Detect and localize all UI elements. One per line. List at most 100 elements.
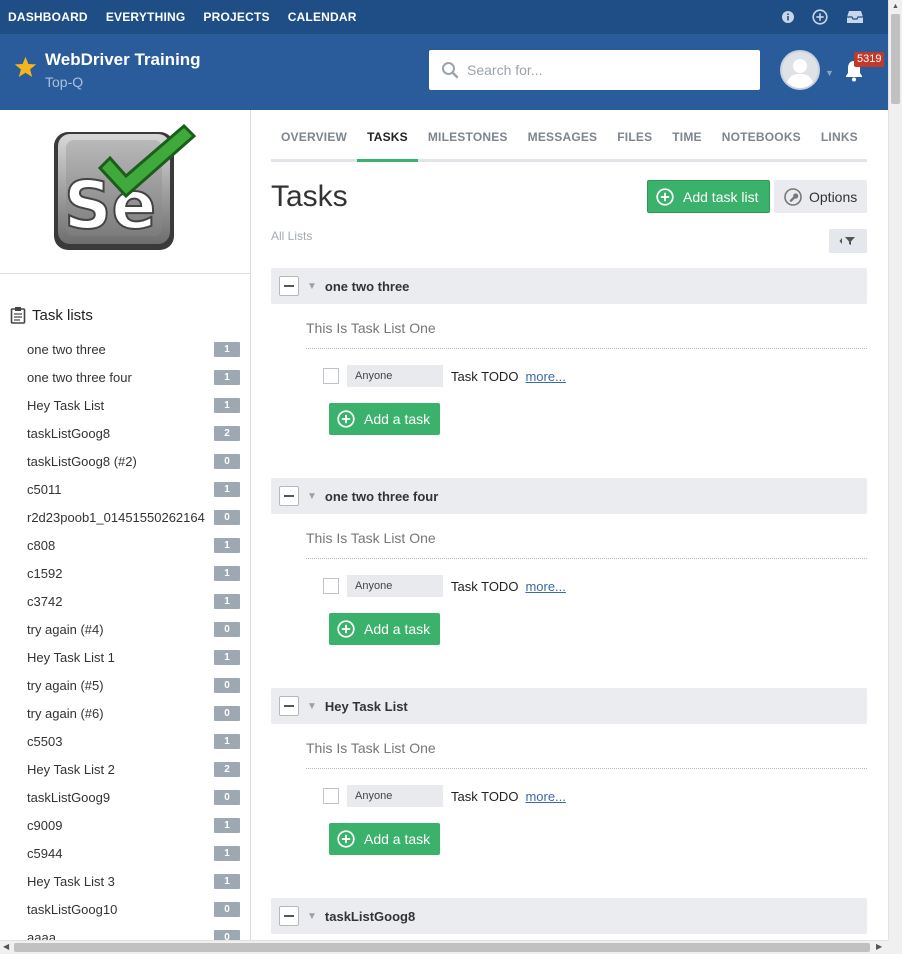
chevron-down-icon[interactable]: ▼ (825, 68, 834, 78)
tasklist-name: one two three four (27, 369, 132, 385)
count-badge: 0 (214, 705, 240, 721)
tasklist-title[interactable]: one two three (325, 279, 410, 294)
tab-links[interactable]: LINKS (811, 118, 868, 162)
star-icon[interactable] (14, 56, 37, 83)
scroll-up-arrow-icon[interactable]: ▲ (892, 3, 899, 10)
sidebar-tasklist-item[interactable]: taskListGoog8 (#2) 0 (0, 447, 250, 475)
tab-notebooks[interactable]: NOTEBOOKS (712, 118, 811, 162)
sidebar-tasklist-item[interactable]: taskListGoog10 0 (0, 895, 250, 923)
scroll-right-arrow-icon[interactable]: ▶ (876, 942, 882, 951)
sidebar-tasklist-item[interactable]: c808 1 (0, 531, 250, 559)
vertical-scrollbar[interactable]: ▲ (888, 0, 902, 940)
assignee-select[interactable]: Anyone (347, 575, 443, 597)
tab-messages[interactable]: MESSAGES (518, 118, 608, 162)
count-badge: 1 (214, 341, 240, 357)
count-badge: 0 (214, 453, 240, 469)
assignee-select[interactable]: Anyone (347, 785, 443, 807)
sidebar-tasklist-item[interactable]: taskListGoog9 0 (0, 783, 250, 811)
collapse-button[interactable] (279, 276, 299, 296)
company-name[interactable]: Top-Q (45, 74, 83, 90)
task-lists-list: one two three 1 one two three four 1 Hey T… (0, 335, 250, 940)
more-link[interactable]: more... (525, 369, 565, 384)
task-name[interactable]: Task TODO (451, 789, 518, 804)
sidebar-tasklist-item[interactable]: c3742 1 (0, 587, 250, 615)
sidebar-tasklist-item[interactable]: Hey Task List 3 1 (0, 867, 250, 895)
sidebar-tasklist-item[interactable]: try again (#5) 0 (0, 671, 250, 699)
tab-milestones[interactable]: MILESTONES (418, 118, 518, 162)
assignee-select[interactable]: Anyone (347, 365, 443, 387)
chevron-down-icon[interactable]: ▼ (307, 701, 317, 712)
add-task-list-label: Add task list (683, 188, 759, 205)
search-icon (442, 62, 459, 79)
add-task-list-button[interactable]: Add task list (647, 180, 770, 213)
nav-projects[interactable]: PROJECTS (203, 10, 269, 24)
tab-time[interactable]: TIME (662, 118, 711, 162)
plus-circle-icon (337, 620, 355, 638)
tab-tasks[interactable]: TASKS (357, 118, 418, 162)
task-checkbox[interactable] (323, 788, 339, 804)
sidebar-tasklist-item[interactable]: c5011 1 (0, 475, 250, 503)
sidebar-tasklist-item[interactable]: c5944 1 (0, 839, 250, 867)
tasklist-title[interactable]: taskListGoog8 (325, 909, 415, 924)
tab-overview[interactable]: OVERVIEW (271, 118, 357, 162)
add-task-button[interactable]: Add a task (329, 613, 440, 645)
chevron-down-icon[interactable]: ▼ (307, 491, 317, 502)
nav-dashboard[interactable]: DASHBOARD (8, 10, 88, 24)
chevron-down-icon[interactable]: ▼ (307, 281, 317, 292)
avatar[interactable] (780, 50, 820, 90)
sidebar-tasklist-item[interactable]: one two three 1 (0, 335, 250, 363)
sidebar-tasklist-item[interactable]: Hey Task List 1 1 (0, 643, 250, 671)
vertical-scroll-thumb[interactable] (891, 14, 900, 104)
tab-files[interactable]: FILES (607, 118, 662, 162)
sidebar-tasklist-item[interactable]: aaaa 0 (0, 923, 250, 940)
filter-toggle-button[interactable] (829, 229, 867, 253)
sidebar-tasklist-item[interactable]: c1592 1 (0, 559, 250, 587)
project-title[interactable]: WebDriver Training (45, 50, 201, 70)
add-task-button[interactable]: Add a task (329, 823, 440, 855)
project-header: WebDriver Training Top-Q ▼ 5319 (0, 34, 888, 110)
tasklist-title[interactable]: Hey Task List (325, 699, 408, 714)
search-box[interactable] (429, 50, 760, 90)
inbox-icon[interactable] (846, 10, 864, 24)
count-badge: 2 (214, 761, 240, 777)
notification-badge[interactable]: 5319 (854, 52, 885, 67)
count-badge: 1 (214, 873, 240, 889)
search-input[interactable] (467, 62, 747, 78)
collapse-button[interactable] (279, 486, 299, 506)
more-link[interactable]: more... (525, 579, 565, 594)
more-link[interactable]: more... (525, 789, 565, 804)
info-icon[interactable] (782, 11, 794, 23)
task-checkbox[interactable] (323, 368, 339, 384)
task-name[interactable]: Task TODO (451, 369, 518, 384)
tasklist-title[interactable]: one two three four (325, 489, 438, 504)
horizontal-scroll-thumb[interactable] (14, 943, 870, 952)
filter-label[interactable]: All Lists (271, 229, 312, 243)
plus-circle-icon[interactable] (812, 9, 828, 25)
add-task-button[interactable]: Add a task (329, 403, 440, 435)
task-name[interactable]: Task TODO (451, 579, 518, 594)
sidebar-tasklist-item[interactable]: one two three four 1 (0, 363, 250, 391)
tasklist-name: c1592 (27, 565, 63, 581)
sidebar-tasklist-item[interactable]: try again (#4) 0 (0, 615, 250, 643)
collapse-button[interactable] (279, 906, 299, 926)
top-nav: DASHBOARD EVERYTHING PROJECTS CALENDAR (0, 0, 888, 34)
sidebar-tasklist-item[interactable]: Hey Task List 2 2 (0, 755, 250, 783)
tasklist-name: Hey Task List 2 (27, 761, 115, 777)
sidebar-tasklist-item[interactable]: c9009 1 (0, 811, 250, 839)
scroll-left-arrow-icon[interactable]: ◀ (3, 942, 9, 951)
sidebar-tasklist-item[interactable]: Hey Task List 1 (0, 391, 250, 419)
nav-calendar[interactable]: CALENDAR (288, 10, 357, 24)
count-badge: 1 (214, 481, 240, 497)
nav-everything[interactable]: EVERYTHING (106, 10, 186, 24)
sidebar-tasklist-item[interactable]: taskListGoog8 2 (0, 419, 250, 447)
options-button[interactable]: Options (774, 180, 867, 213)
tasklist-name: aaaa (27, 929, 56, 941)
chevron-down-icon[interactable]: ▼ (307, 911, 317, 922)
count-badge: 1 (214, 817, 240, 833)
task-checkbox[interactable] (323, 578, 339, 594)
sidebar-tasklist-item[interactable]: try again (#6) 0 (0, 699, 250, 727)
collapse-button[interactable] (279, 696, 299, 716)
sidebar-tasklist-item[interactable]: c5503 1 (0, 727, 250, 755)
sidebar-tasklist-item[interactable]: r2d23poob1_01451550262164 0 (0, 503, 250, 531)
horizontal-scrollbar[interactable]: ◀ ▶ (0, 940, 888, 954)
